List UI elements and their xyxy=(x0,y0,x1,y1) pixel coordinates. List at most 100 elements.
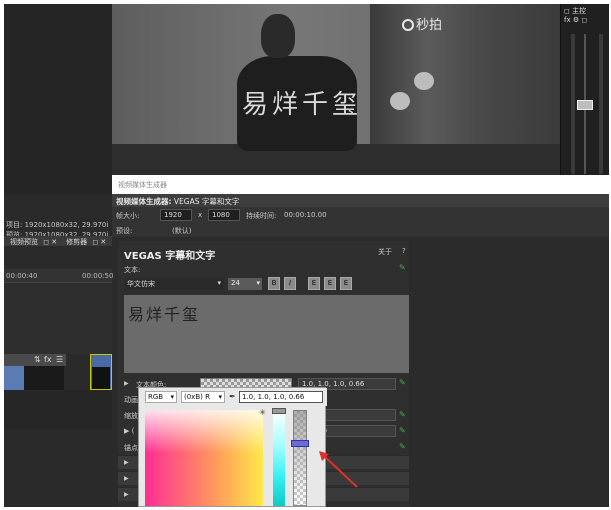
saturation-overlay xyxy=(145,410,263,506)
mixer-fx-row[interactable]: fx ⚙ ◻ xyxy=(564,16,587,24)
color-cursor-icon[interactable]: ✳ xyxy=(259,408,266,417)
master-mixer: ◻ 主控 fx ⚙ ◻ xyxy=(560,4,609,175)
keyframe-pin-icon[interactable]: ✎ xyxy=(399,379,407,387)
keyframe-pin-icon[interactable]: ✎ xyxy=(399,427,407,435)
tab-trimmer-label: 修剪器 xyxy=(66,238,88,246)
color-channel-value: (0xB) R xyxy=(184,393,210,401)
left-panel-empty xyxy=(4,4,112,194)
duration-label: 持续时间: xyxy=(246,212,277,220)
hue-slider[interactable] xyxy=(273,410,285,506)
preview-overlay-title: 易烊千玺 xyxy=(242,90,363,120)
text-label: 文本: xyxy=(124,266,141,274)
generator-title-label: 视频媒体生成器: xyxy=(116,197,172,206)
expand-triangle-icon[interactable]: ▶ xyxy=(124,459,129,466)
mixer-master-label: 主控 xyxy=(572,7,587,15)
timeline-ruler[interactable]: 00:00:40 00:00:50 xyxy=(4,269,114,283)
generator-title-value: VEGAS 字幕和文字 xyxy=(173,197,240,206)
watermark-text: 秒拍 xyxy=(416,18,443,33)
keyframe-pin-icon[interactable]: ✎ xyxy=(399,411,407,419)
animation-label: 动画 xyxy=(124,396,138,404)
align-left-button[interactable]: E xyxy=(308,277,320,290)
color-value-field[interactable]: 1.0, 1.0, 1.0, 0.66 xyxy=(239,391,323,403)
chevron-down-icon: ▾ xyxy=(217,279,221,287)
chevron-down-icon: ▾ xyxy=(218,393,222,401)
font-size-select[interactable]: 24 ▾ xyxy=(228,278,262,290)
frame-x-label: x xyxy=(198,211,203,219)
alpha-slider-handle[interactable] xyxy=(291,439,309,447)
scale-value[interactable] xyxy=(314,409,396,421)
scale-label: 缩放 xyxy=(124,412,138,420)
mixer-master-row[interactable]: ◻ 主控 xyxy=(564,6,586,16)
color-picker-popup: RGB ▾ (0xB) R ▾ ✒ 1.0, 1.0, 1.0, 0.66 ✳ xyxy=(138,387,327,507)
ruler-mark: 00:00:40 xyxy=(6,272,38,280)
preset-select[interactable]: (默认) xyxy=(172,226,191,236)
align-center-button[interactable]: E xyxy=(324,277,336,290)
track-menu-icon[interactable]: ☰ xyxy=(56,355,63,364)
duration-value[interactable]: 00:00:10.00 xyxy=(284,211,327,219)
preset-label: 预设: xyxy=(116,227,133,235)
generator-title-bar: 视频媒体生成器: VEGAS 字幕和文字 xyxy=(112,194,609,207)
text-editor[interactable]: 易烊千玺 xyxy=(124,295,409,373)
timeline-track-area[interactable] xyxy=(4,284,112,354)
left-tabs: 视频预览 ◻ ✕ 修剪器 ◻ ✕ xyxy=(4,236,112,246)
font-select[interactable]: 华文仿宋 ▾ xyxy=(124,278,224,290)
preview-watermark: 秒拍 xyxy=(402,14,442,33)
bold-button[interactable]: B xyxy=(268,277,280,290)
expand-triangle-icon[interactable]: ▶ xyxy=(124,491,129,498)
text-clip[interactable] xyxy=(90,354,112,390)
video-clip-thumbnail[interactable] xyxy=(24,366,64,390)
track-fx-icon[interactable]: fx xyxy=(44,355,52,364)
alpha-gradient xyxy=(293,410,307,506)
eyedropper-icon[interactable]: ✒ xyxy=(229,392,236,401)
level-meter-left xyxy=(571,34,575,174)
track-header[interactable]: ⇅ fx ☰ xyxy=(4,354,66,366)
track-motion-icon[interactable]: ⇅ xyxy=(34,355,41,364)
frame-height-field[interactable]: 1080 xyxy=(208,209,240,221)
font-select-value: 华文仿宋 xyxy=(127,280,155,288)
chevron-down-icon: ▾ xyxy=(256,279,260,287)
text-clip-thumbnail xyxy=(92,367,110,389)
mixer-fx-label: fx xyxy=(564,16,571,24)
about-link[interactable]: 关于 xyxy=(378,247,392,257)
tab-video-preview-label: 视频预览 xyxy=(10,238,38,246)
video-clip[interactable] xyxy=(4,366,24,390)
master-fader[interactable] xyxy=(577,100,593,110)
align-right-button[interactable]: E xyxy=(340,277,352,290)
color-channel-select[interactable]: (0xB) R ▾ xyxy=(181,391,225,403)
ruler-mark: 00:00:50 xyxy=(82,272,114,280)
keyframe-pin-icon[interactable]: ✎ xyxy=(399,443,407,451)
hue-slider-handle[interactable] xyxy=(272,408,286,414)
expand-triangle-icon[interactable]: ▶ xyxy=(124,475,129,482)
frame-width-field[interactable]: 1920 xyxy=(160,209,192,221)
saturation-value-area[interactable] xyxy=(145,410,263,506)
annotation-arrow-icon xyxy=(319,451,358,488)
italic-button[interactable]: I xyxy=(284,277,296,290)
watermark-logo-icon xyxy=(402,19,414,31)
position-expand[interactable]: ▶ ( xyxy=(124,427,134,435)
preview-person-head xyxy=(261,14,295,58)
color-mode-value: RGB xyxy=(148,393,164,401)
color-picker-toolbar: RGB ▾ (0xB) R ▾ ✒ 1.0, 1.0, 1.0, 0.66 xyxy=(139,388,327,406)
level-meter-right xyxy=(599,34,603,174)
anchor-label: 锚点 xyxy=(124,444,138,452)
left-column: 项目: 1920x1080x32, 29.970i 预览: 1920x1080x… xyxy=(4,4,114,507)
position-label: ( xyxy=(131,427,135,435)
timeline-track-2[interactable] xyxy=(4,390,112,430)
tab-video-preview[interactable]: 视频预览 ◻ ✕ xyxy=(4,236,60,246)
keyframe-pin-icon[interactable]: ✎ xyxy=(399,264,407,272)
tab-trimmer[interactable]: 修剪器 ◻ ✕ xyxy=(60,236,109,246)
generator-properties: 帧大小: 1920 x 1080 持续时间: 00:00:10.00 xyxy=(112,207,609,223)
font-size-value: 24 xyxy=(231,279,240,287)
video-preview: 易烊千玺 秒拍 xyxy=(112,4,560,175)
color-mode-select[interactable]: RGB ▾ xyxy=(145,391,177,403)
chevron-down-icon: ▾ xyxy=(170,393,174,401)
position-value[interactable]: 50 xyxy=(314,425,396,437)
preview-flower xyxy=(414,72,434,90)
plugin-title: VEGAS 字幕和文字 xyxy=(124,251,216,262)
project-line: 项目: 1920x1080x32, 29.970i xyxy=(6,221,109,229)
help-button[interactable]: ? xyxy=(402,247,406,255)
expand-triangle-icon[interactable]: ▶ xyxy=(124,380,129,387)
preview-caption: 视频媒体生成器 xyxy=(112,175,609,194)
preset-row: 预设: (默认) xyxy=(112,223,609,237)
text-editor-content: 易烊千玺 xyxy=(128,305,201,324)
